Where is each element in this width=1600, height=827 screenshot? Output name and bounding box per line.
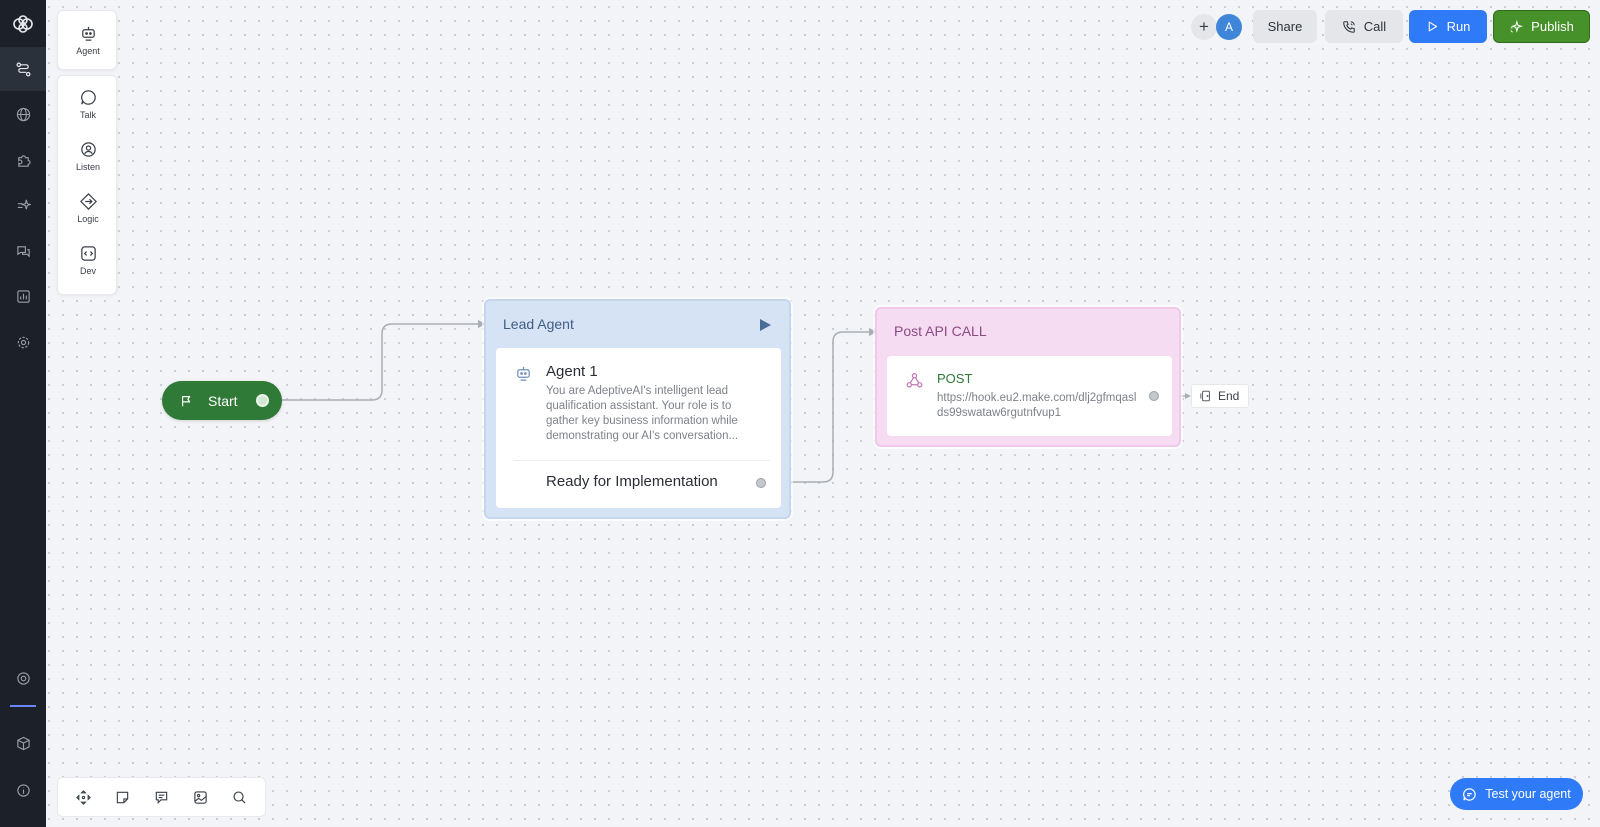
run-label: Run bbox=[1446, 19, 1471, 34]
node-palette-agent: Agent bbox=[57, 10, 117, 70]
phone-icon bbox=[1343, 20, 1355, 33]
rail-integrations[interactable] bbox=[0, 138, 46, 182]
lead-agent-node[interactable]: Lead Agent Agent 1 You are AdeptiveAI's … bbox=[484, 299, 791, 519]
play-icon bbox=[1428, 21, 1437, 32]
palette-logic[interactable]: Logic bbox=[58, 192, 118, 224]
agent-exit-port[interactable] bbox=[756, 478, 766, 488]
run-button[interactable]: Run bbox=[1409, 10, 1487, 43]
share-button[interactable]: Share bbox=[1253, 10, 1317, 43]
palette-dev-label: Dev bbox=[79, 266, 96, 276]
palette-agent[interactable]: Agent bbox=[58, 24, 118, 56]
plus-icon: + bbox=[1199, 17, 1209, 36]
rail-automation[interactable] bbox=[0, 183, 46, 227]
api-method: POST bbox=[937, 371, 973, 386]
logic-icon bbox=[79, 193, 97, 210]
api-url: https://hook.eu2.make.com/dlj2gfmqaslds9… bbox=[937, 392, 1137, 419]
agent-block[interactable]: Agent 1 You are AdeptiveAI's intelligent… bbox=[496, 348, 781, 508]
image-icon[interactable] bbox=[193, 790, 208, 805]
start-node[interactable]: Start bbox=[162, 381, 282, 420]
rail-support[interactable] bbox=[0, 656, 46, 700]
logo-icon bbox=[13, 15, 33, 33]
rail-flows[interactable] bbox=[0, 47, 46, 91]
robot-icon bbox=[81, 26, 95, 41]
sparkle-icon bbox=[17, 199, 31, 209]
rail-active-indicator bbox=[10, 705, 36, 707]
rail-globe[interactable] bbox=[0, 92, 46, 136]
palette-dev[interactable]: Dev bbox=[58, 244, 118, 276]
agent-exit-label: Ready for Implementation bbox=[546, 473, 718, 490]
post-api-title: Post API CALL bbox=[894, 323, 987, 339]
puzzle-icon bbox=[17, 154, 31, 167]
palette-talk-label: Talk bbox=[79, 110, 96, 120]
avatar[interactable]: A bbox=[1216, 14, 1242, 40]
code-icon bbox=[80, 246, 96, 261]
start-output-port[interactable] bbox=[256, 394, 269, 407]
agent-description: You are AdeptiveAI's intelligent lead qu… bbox=[546, 385, 739, 442]
lifebuoy-icon bbox=[16, 671, 30, 685]
end-label: End bbox=[1218, 389, 1240, 403]
cube-icon bbox=[16, 736, 30, 750]
sticky-note-icon[interactable] bbox=[115, 790, 130, 805]
search-icon[interactable] bbox=[232, 790, 247, 805]
add-collaborator-button[interactable]: + bbox=[1191, 14, 1217, 40]
test-agent-label: Test your agent bbox=[1485, 787, 1571, 801]
webhook-icon bbox=[906, 373, 923, 388]
comment-icon[interactable] bbox=[154, 790, 169, 805]
rail-conversations[interactable] bbox=[0, 229, 46, 273]
speech-bubble-icon bbox=[80, 90, 96, 105]
rail-info[interactable] bbox=[0, 768, 46, 812]
canvas-toolbar bbox=[57, 777, 266, 817]
globe-icon bbox=[16, 107, 30, 121]
exit-door-icon bbox=[1200, 390, 1210, 402]
palette-listen-label: Listen bbox=[75, 162, 101, 172]
api-output-port[interactable] bbox=[1149, 391, 1159, 401]
call-label: Call bbox=[1363, 19, 1387, 34]
test-agent-button[interactable]: Test your agent bbox=[1450, 778, 1583, 810]
divider bbox=[514, 460, 770, 461]
play-icon[interactable] bbox=[758, 318, 772, 332]
left-rail bbox=[0, 0, 46, 827]
lead-agent-title: Lead Agent bbox=[503, 316, 574, 332]
start-label: Start bbox=[208, 392, 238, 409]
palette-listen[interactable]: Listen bbox=[58, 140, 118, 172]
connector-start-to-lead bbox=[282, 323, 478, 401]
node-palette: Talk Listen Logic Dev bbox=[57, 75, 117, 295]
rail-analytics[interactable] bbox=[0, 274, 46, 318]
gear-icon bbox=[17, 336, 29, 348]
rail-settings[interactable] bbox=[0, 320, 46, 364]
chat-icon bbox=[16, 245, 30, 258]
rail-packages[interactable] bbox=[0, 721, 46, 765]
publish-label: Publish bbox=[1531, 19, 1574, 34]
share-label: Share bbox=[1267, 19, 1303, 34]
api-block[interactable]: POST https://hook.eu2.make.com/dlj2gfmqa… bbox=[887, 356, 1172, 436]
chart-icon bbox=[16, 289, 30, 303]
fit-view-icon[interactable] bbox=[76, 789, 91, 805]
palette-talk[interactable]: Talk bbox=[58, 88, 118, 120]
call-button[interactable]: Call bbox=[1325, 10, 1403, 43]
listen-icon bbox=[80, 142, 96, 157]
palette-agent-label: Agent bbox=[76, 46, 100, 56]
flag-icon bbox=[182, 395, 191, 406]
app-logo[interactable] bbox=[0, 2, 46, 46]
post-api-node[interactable]: Post API CALL POST https://hook.eu2.make… bbox=[875, 307, 1181, 447]
chat-icon bbox=[1463, 787, 1476, 801]
info-icon bbox=[16, 783, 30, 797]
robot-icon bbox=[517, 366, 530, 381]
flow-icon bbox=[16, 62, 30, 76]
agent-name: Agent 1 bbox=[546, 363, 598, 380]
publish-button[interactable]: Publish bbox=[1493, 10, 1590, 43]
palette-logic-label: Logic bbox=[77, 214, 99, 224]
sparkle-icon bbox=[1510, 19, 1524, 33]
end-node[interactable]: End bbox=[1191, 384, 1249, 408]
